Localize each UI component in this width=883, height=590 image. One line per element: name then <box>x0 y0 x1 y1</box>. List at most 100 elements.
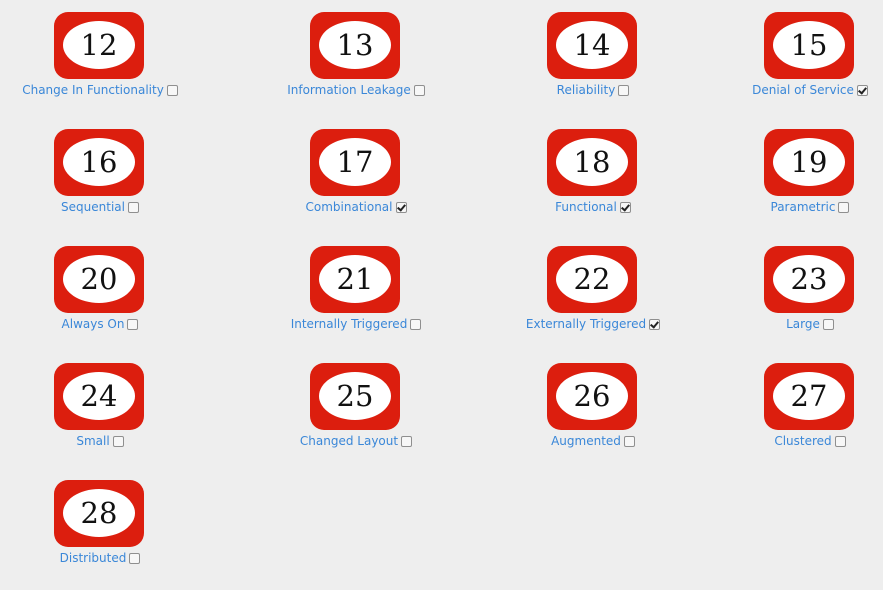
badge-oval: 26 <box>556 372 628 420</box>
badge-oval: 28 <box>63 489 135 537</box>
badge-number: 22 <box>573 262 611 296</box>
label-row: Combinational <box>306 199 407 215</box>
label-row: Change In Functionality <box>22 82 178 98</box>
badge-oval: 22 <box>556 255 628 303</box>
item-checkbox[interactable] <box>127 201 139 213</box>
item-checkbox[interactable] <box>166 84 178 96</box>
number-badge-icon[interactable]: 13 <box>310 12 400 79</box>
label-row: Denial of Service <box>752 82 868 98</box>
number-badge-icon[interactable]: 19 <box>764 129 854 196</box>
item-checkbox[interactable] <box>112 435 124 447</box>
item-tile: 18 Functional <box>502 129 682 239</box>
badge-number: 23 <box>790 262 828 296</box>
item-tile: 19 Parametric <box>719 129 883 239</box>
number-badge-icon[interactable]: 20 <box>54 246 144 313</box>
item-label[interactable]: Small <box>76 434 109 448</box>
label-row: Changed Layout <box>300 433 413 449</box>
number-badge-icon[interactable]: 25 <box>310 363 400 430</box>
item-label[interactable]: Parametric <box>771 200 836 214</box>
item-tile: 28 Distributed <box>9 480 189 590</box>
badge-oval: 12 <box>63 21 135 69</box>
item-checkbox[interactable] <box>401 435 413 447</box>
badge-oval: 20 <box>63 255 135 303</box>
number-badge-icon[interactable]: 12 <box>54 12 144 79</box>
item-label[interactable]: Denial of Service <box>752 83 854 97</box>
item-label[interactable]: Always On <box>62 317 125 331</box>
item-checkbox[interactable] <box>410 318 422 330</box>
badge-oval: 15 <box>773 21 845 69</box>
item-tile: 21 Internally Triggered <box>265 246 445 356</box>
badge-number: 19 <box>790 145 828 179</box>
item-checkbox[interactable] <box>822 318 834 330</box>
item-label[interactable]: Augmented <box>551 434 621 448</box>
item-tile: 20 Always On <box>9 246 189 356</box>
item-label[interactable]: Reliability <box>557 83 616 97</box>
item-checkbox[interactable] <box>129 552 141 564</box>
badge-oval: 17 <box>319 138 391 186</box>
badge-number: 28 <box>80 496 118 530</box>
item-checkbox[interactable] <box>834 435 846 447</box>
badge-number: 26 <box>573 379 611 413</box>
badge-oval: 18 <box>556 138 628 186</box>
label-row: Internally Triggered <box>291 316 422 332</box>
item-label[interactable]: Internally Triggered <box>291 317 408 331</box>
number-badge-icon[interactable]: 21 <box>310 246 400 313</box>
badge-number: 17 <box>336 145 374 179</box>
number-badge-icon[interactable]: 15 <box>764 12 854 79</box>
number-badge-icon[interactable]: 16 <box>54 129 144 196</box>
badge-number: 13 <box>336 28 374 62</box>
item-checkbox[interactable] <box>838 201 850 213</box>
badge-oval: 21 <box>319 255 391 303</box>
item-checkbox[interactable] <box>623 435 635 447</box>
item-label[interactable]: Distributed <box>60 551 127 565</box>
item-label[interactable]: Clustered <box>774 434 831 448</box>
number-badge-icon[interactable]: 27 <box>764 363 854 430</box>
number-badge-icon[interactable]: 23 <box>764 246 854 313</box>
item-tile: 25 Changed Layout <box>265 363 445 473</box>
item-tile: 26 Augmented <box>502 363 682 473</box>
item-label[interactable]: Change In Functionality <box>22 83 164 97</box>
item-tile: 24 Small <box>9 363 189 473</box>
item-label[interactable]: Externally Triggered <box>526 317 646 331</box>
item-checkbox[interactable] <box>413 84 425 96</box>
item-tile: 17 Combinational <box>265 129 445 239</box>
item-label[interactable]: Sequential <box>61 200 125 214</box>
item-tile: 15 Denial of Service <box>719 12 883 122</box>
badge-number: 15 <box>790 28 828 62</box>
badge-number: 20 <box>80 262 118 296</box>
number-badge-icon[interactable]: 26 <box>547 363 637 430</box>
item-tile: 23 Large <box>719 246 883 356</box>
number-badge-icon[interactable]: 17 <box>310 129 400 196</box>
label-row: Reliability <box>557 82 630 98</box>
number-badge-icon[interactable]: 28 <box>54 480 144 547</box>
item-checkbox[interactable] <box>127 318 139 330</box>
item-checkbox[interactable] <box>395 201 407 213</box>
badge-oval: 27 <box>773 372 845 420</box>
item-tile: 13 Information Leakage <box>265 12 445 122</box>
item-tile: 27 Clustered <box>719 363 883 473</box>
label-row: Clustered <box>774 433 846 449</box>
label-row: Always On <box>62 316 139 332</box>
item-label[interactable]: Combinational <box>306 200 393 214</box>
item-label[interactable]: Large <box>786 317 820 331</box>
label-row: Distributed <box>60 550 141 566</box>
number-badge-icon[interactable]: 18 <box>547 129 637 196</box>
item-checkbox[interactable] <box>856 84 868 96</box>
item-tile: 14 Reliability <box>502 12 682 122</box>
item-checkbox[interactable] <box>619 201 631 213</box>
item-checkbox[interactable] <box>649 318 661 330</box>
item-label[interactable]: Information Leakage <box>287 83 411 97</box>
item-label[interactable]: Changed Layout <box>300 434 398 448</box>
label-row: Externally Triggered <box>526 316 661 332</box>
number-badge-icon[interactable]: 14 <box>547 12 637 79</box>
item-label[interactable]: Functional <box>555 200 617 214</box>
number-badge-icon[interactable]: 24 <box>54 363 144 430</box>
number-badge-icon[interactable]: 22 <box>547 246 637 313</box>
badge-number: 21 <box>336 262 374 296</box>
label-row: Sequential <box>61 199 139 215</box>
label-row: Small <box>76 433 124 449</box>
badge-oval: 14 <box>556 21 628 69</box>
badge-oval: 16 <box>63 138 135 186</box>
item-checkbox[interactable] <box>618 84 630 96</box>
badge-number: 18 <box>573 145 611 179</box>
